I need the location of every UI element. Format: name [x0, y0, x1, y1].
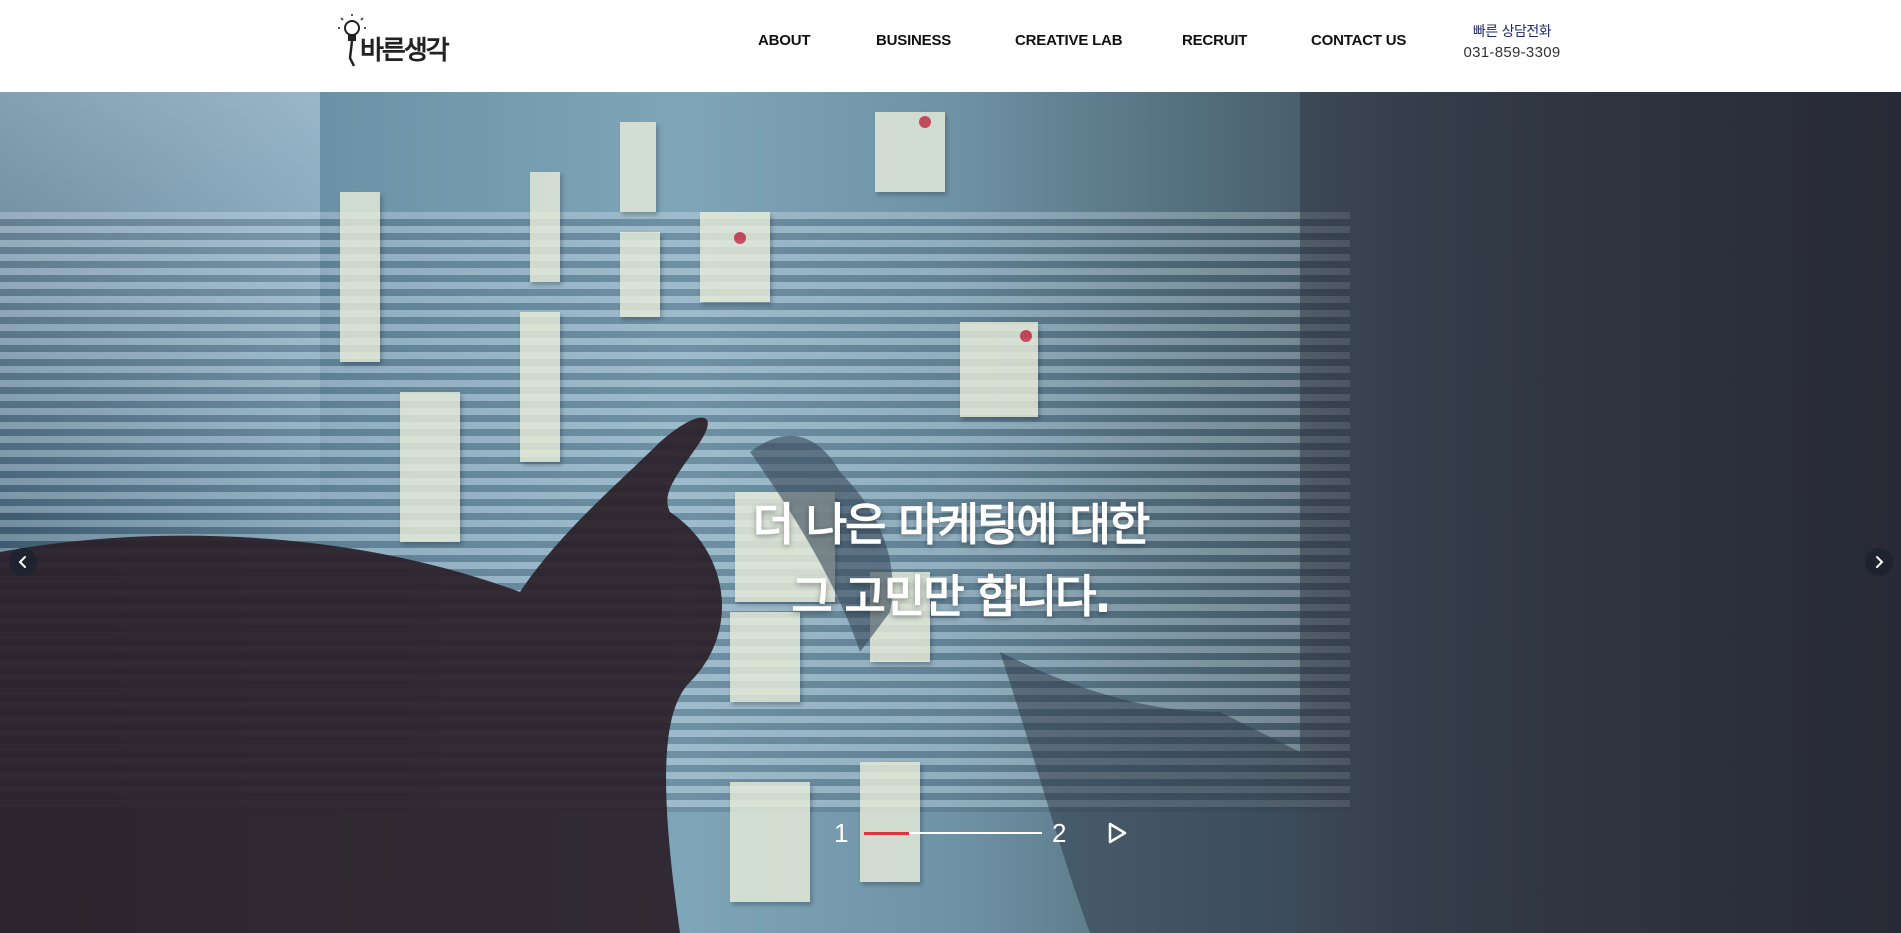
nav-contact-us[interactable]: CONTACT US	[1311, 32, 1406, 49]
play-icon[interactable]	[1106, 822, 1128, 844]
nav-about[interactable]: ABOUT	[758, 32, 811, 49]
slider-pagination: 1 2	[834, 815, 1134, 851]
hero-headline-line-2: 그 고민만 합니다.	[791, 570, 1111, 623]
hero-slider: 더 나은 마케팅에 대한 그 고민만 합니다. 1 2	[0, 92, 1901, 933]
hotline-number[interactable]: 031-859-3309	[1440, 42, 1584, 64]
site-header: 바른생각 ABOUT BUSINESS CREATIVE LAB RECRUIT…	[0, 0, 1901, 92]
slider-progress-fill	[864, 832, 909, 835]
chevron-left-icon	[18, 556, 26, 568]
slider-next-button[interactable]	[1865, 548, 1893, 576]
chevron-right-icon	[1876, 556, 1884, 568]
nav-recruit[interactable]: RECRUIT	[1182, 32, 1247, 49]
hero-headline: 더 나은 마케팅에 대한 그 고민만 합니다.	[0, 489, 1901, 633]
nav-business[interactable]: BUSINESS	[876, 32, 951, 49]
slider-prev-button[interactable]	[9, 548, 37, 576]
logo-text: 바른생각	[360, 35, 450, 66]
hotline-label: 빠른 상담전화	[1472, 24, 1552, 40]
nav-creative-lab[interactable]: CREATIVE LAB	[1015, 32, 1123, 49]
slide-current-number[interactable]: 1	[834, 815, 848, 851]
logo[interactable]: 바른생각	[338, 14, 450, 72]
slider-progress-track[interactable]	[864, 832, 1042, 835]
hotline[interactable]: 빠른 상담전화 031-859-3309	[1440, 22, 1584, 64]
slide-total-number[interactable]: 2	[1052, 815, 1066, 851]
hero-headline-line-1: 더 나은 마케팅에 대한	[752, 498, 1151, 551]
